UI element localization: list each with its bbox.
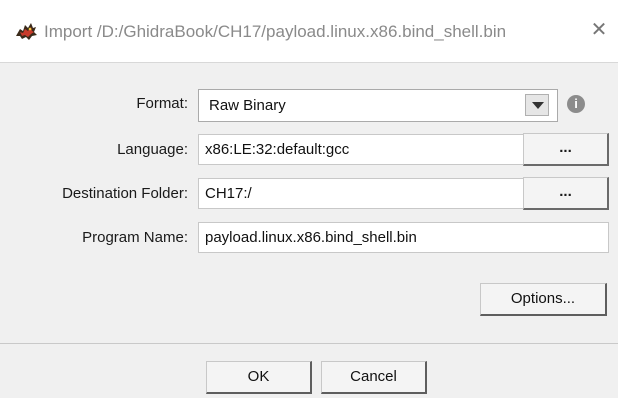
language-field[interactable]: x86:LE:32:default:gcc [198, 134, 524, 165]
format-select[interactable]: Raw Binary [198, 89, 558, 122]
format-label: Format: [136, 95, 188, 112]
info-icon[interactable]: i [567, 95, 585, 113]
language-browse-button[interactable]: ... [523, 133, 609, 166]
destination-folder-field[interactable]: CH17:/ [198, 178, 524, 209]
destination-folder-browse-button[interactable]: ... [523, 177, 609, 210]
button-divider [0, 343, 618, 344]
language-label: Language: [117, 141, 188, 158]
close-icon[interactable]: ✕ [588, 18, 610, 42]
title-bar: Import /D:/GhidraBook/CH17/payload.linux… [0, 0, 618, 63]
destination-folder-label: Destination Folder: [62, 185, 188, 202]
program-name-input[interactable]: payload.linux.x86.bind_shell.bin [198, 222, 609, 253]
cancel-button[interactable]: Cancel [321, 361, 427, 394]
import-dialog-body: Format: Raw Binary i Language: x86:LE:32… [0, 63, 618, 398]
window-title: Import /D:/GhidraBook/CH17/payload.linux… [44, 22, 507, 41]
ok-button[interactable]: OK [206, 361, 312, 394]
options-button[interactable]: Options... [480, 283, 607, 316]
ghidra-dragon-icon [16, 23, 37, 40]
chevron-down-icon[interactable] [525, 94, 549, 116]
program-name-label: Program Name: [82, 229, 188, 246]
